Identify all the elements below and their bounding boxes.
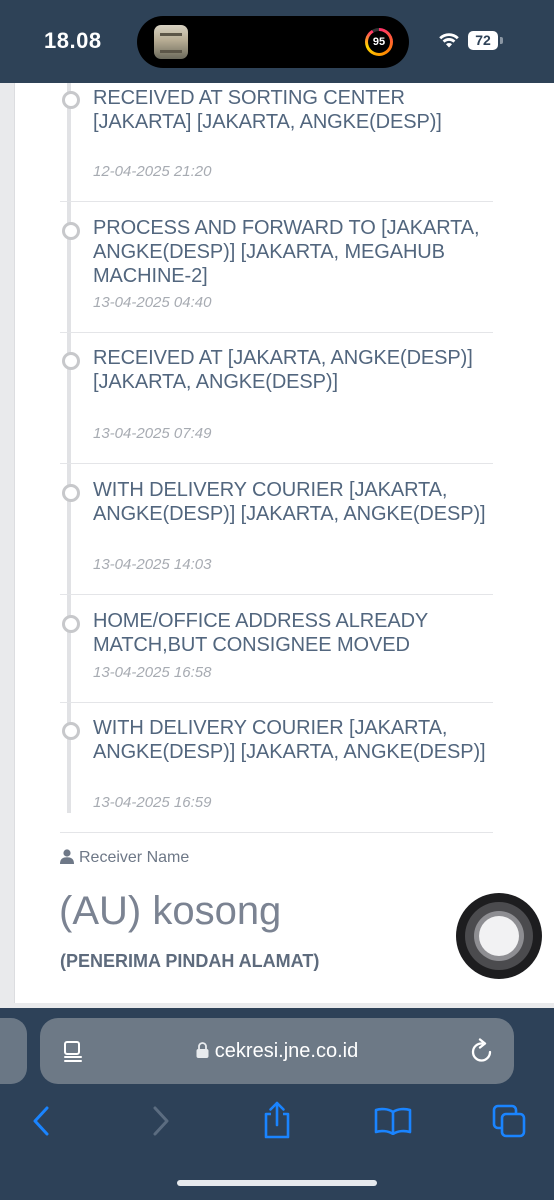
timeline-dot-icon — [62, 615, 80, 633]
receiver-note: (PENERIMA PINDAH ALAMAT) — [60, 951, 320, 971]
tabs-icon[interactable] — [492, 1104, 528, 1138]
tracking-event: WITH DELIVERY COURIER [JAKARTA, ANGKE(DE… — [60, 463, 493, 595]
battery-cap — [500, 37, 503, 44]
event-datetime: 13-04-2025 14:03 — [93, 556, 212, 573]
status-time: 18.08 — [44, 28, 102, 53]
url-text: cekresi.jne.co.id — [214, 1040, 359, 1062]
forward-icon[interactable] — [150, 1105, 172, 1137]
tracking-event: RECEIVED AT [JAKARTA, ANGKE(DESP)] [JAKA… — [60, 332, 493, 464]
receiver-label: Receiver Name — [60, 849, 189, 867]
event-datetime: 12-04-2025 21:20 — [93, 163, 212, 180]
event-datetime: 13-04-2025 16:59 — [93, 794, 212, 811]
event-datetime: 13-04-2025 04:40 — [93, 294, 212, 311]
activity-ring-icon: 95 — [365, 28, 393, 56]
tracking-event: PROCESS AND FORWARD TO [JAKARTA, ANGKE(D… — [60, 201, 493, 333]
timeline-dot-icon — [62, 91, 80, 109]
wifi-icon — [439, 33, 459, 48]
web-content[interactable]: RECEIVED AT SORTING CENTER [JAKARTA] [JA… — [0, 83, 554, 1008]
receiver-label-text: Receiver Name — [79, 849, 190, 866]
share-icon[interactable] — [261, 1101, 293, 1139]
timeline-dot-icon — [62, 484, 80, 502]
assistive-touch-button[interactable] — [456, 893, 542, 979]
event-description: HOME/OFFICE ADDRESS ALREADY MATCH,BUT CO… — [93, 610, 428, 656]
tracking-event: RECEIVED AT SORTING CENTER [JAKARTA] [JA… — [60, 83, 493, 202]
reload-icon[interactable] — [470, 1038, 494, 1064]
tracking-event: HOME/OFFICE ADDRESS ALREADY MATCH,BUT CO… — [60, 594, 493, 703]
tracking-event: WITH DELIVERY COURIER [JAKARTA, ANGKE(DE… — [60, 702, 493, 833]
now-playing-thumbnail[interactable] — [154, 25, 188, 59]
home-indicator[interactable] — [177, 1180, 377, 1186]
dynamic-island[interactable]: 95 — [137, 16, 409, 68]
status-bar: 18.08 95 72 — [0, 0, 554, 83]
event-datetime: 13-04-2025 16:58 — [93, 664, 212, 681]
previous-tab-preview[interactable] — [0, 1018, 27, 1084]
event-description: RECEIVED AT [JAKARTA, ANGKE(DESP)] [JAKA… — [93, 347, 473, 393]
event-description: WITH DELIVERY COURIER [JAKARTA, ANGKE(DE… — [93, 479, 486, 525]
timeline-dot-icon — [62, 722, 80, 740]
url-display[interactable]: cekresi.jne.co.id — [40, 1040, 514, 1063]
timeline-dot-icon — [62, 352, 80, 370]
back-icon[interactable] — [30, 1105, 52, 1137]
user-icon — [60, 849, 74, 864]
bookmarks-icon[interactable] — [374, 1107, 412, 1135]
event-datetime: 13-04-2025 07:49 — [93, 425, 212, 442]
event-description: PROCESS AND FORWARD TO [JAKARTA, ANGKE(D… — [93, 217, 480, 287]
receiver-name: (AU) kosong — [59, 889, 282, 933]
battery-indicator: 72 — [468, 31, 498, 50]
address-bar[interactable]: cekresi.jne.co.id — [40, 1018, 514, 1084]
activity-ring-value: 95 — [368, 31, 390, 53]
lock-icon — [196, 1042, 209, 1058]
event-description: WITH DELIVERY COURIER [JAKARTA, ANGKE(DE… — [93, 717, 486, 763]
event-description: RECEIVED AT SORTING CENTER [JAKARTA] [JA… — [93, 87, 442, 133]
timeline-dot-icon — [62, 222, 80, 240]
browser-bottom-bar: cekresi.jne.co.id — [0, 1008, 554, 1200]
assistive-touch-center — [479, 916, 519, 956]
